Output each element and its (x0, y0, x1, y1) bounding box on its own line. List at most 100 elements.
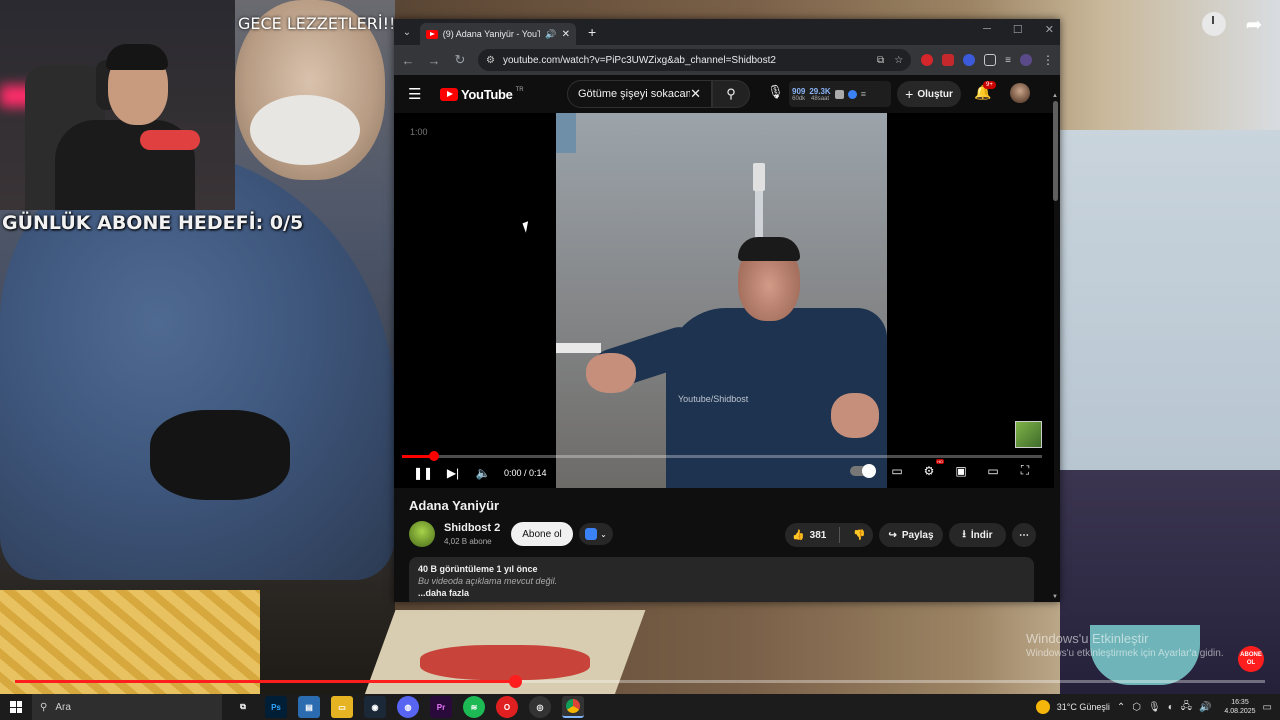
photoshop-icon[interactable]: Ps (265, 696, 287, 718)
theater-mode-icon[interactable]: ▭ (984, 464, 1002, 478)
page-scrollbar[interactable] (1053, 101, 1058, 201)
new-tab-button[interactable]: + (588, 24, 596, 40)
start-button[interactable] (0, 694, 32, 720)
description-box[interactable]: 40 B görüntüleme 1 yıl önce Bu videoda a… (409, 557, 1034, 602)
stream-progress-bar[interactable] (15, 675, 1265, 688)
discord-icon[interactable]: ◍ (397, 696, 419, 718)
video-progress-bar[interactable] (402, 451, 1042, 461)
autoplay-toggle[interactable] (850, 463, 876, 478)
tab-close-icon[interactable]: ✕ (562, 29, 570, 40)
like-icon[interactable]: 👍 (792, 530, 804, 541)
scroll-down-icon[interactable]: ▼ (1052, 594, 1058, 600)
share-arrow-icon[interactable]: ➦ (1242, 12, 1266, 36)
tray-app-icon[interactable]: ⬡ (1132, 702, 1141, 713)
tab-audio-icon[interactable]: 🔊 (545, 29, 556, 40)
taskbar-search[interactable]: ⚲ Ara (32, 694, 222, 720)
create-button[interactable]: + Oluştur (897, 81, 961, 107)
pause-icon[interactable]: ❚❚ (408, 466, 438, 480)
notes-app-icon[interactable]: ▤ (298, 696, 320, 718)
create-label: Oluştur (917, 88, 953, 100)
search-input[interactable]: Götüme şişeyi sokacam ✕ (567, 80, 712, 108)
extension-1-icon[interactable] (921, 54, 934, 66)
fullscreen-icon[interactable]: ⛶ (1016, 463, 1034, 478)
bookmark-star-icon[interactable]: ☆ (894, 55, 903, 66)
speaker-icon[interactable]: 🔊 (1199, 702, 1211, 713)
miniplayer-icon[interactable]: ▣ (952, 464, 970, 478)
hamburger-menu-icon[interactable]: ☰ (408, 85, 428, 103)
next-icon[interactable]: ▶| (438, 466, 468, 480)
tab-search-icon[interactable]: ⌄ (394, 19, 420, 45)
premiere-icon[interactable]: Pr (430, 696, 452, 718)
tab-youtube[interactable]: (9) Adana Yaniyür - YouTube 🔊 ✕ (420, 23, 576, 45)
stat-60m: 909 60dk (792, 87, 805, 102)
chrome-icon[interactable] (562, 696, 584, 718)
clear-search-icon[interactable]: ✕ (690, 86, 701, 102)
taskbar-clock[interactable]: 16:35 4.08.2025 (1224, 698, 1255, 716)
weather-sun-icon[interactable] (1035, 700, 1050, 714)
video-progress-knob[interactable] (429, 451, 439, 461)
video-corner-time: 1:00 (410, 127, 428, 137)
like-count[interactable]: 381 (810, 530, 827, 541)
install-app-icon[interactable]: ⧉ (877, 55, 884, 66)
channel-name[interactable]: Shidbost 2 (444, 522, 500, 534)
network-icon[interactable]: 🖧 (1181, 699, 1192, 716)
video-player[interactable]: 1:00 Youtube/Shidbost ❚❚ ▶| 🔈 0:00 / 0:1… (394, 113, 1054, 488)
extension-dropdown-button[interactable]: ⌄ (579, 523, 613, 545)
volume-icon[interactable]: 🔈 (468, 466, 498, 480)
account-avatar[interactable] (1010, 83, 1030, 103)
youtube-logo[interactable]: YouTube TR (440, 87, 524, 102)
subtitles-icon[interactable]: ▭ (888, 464, 906, 478)
steam-icon[interactable]: ◉ (364, 696, 386, 718)
clock-date: 4.08.2025 (1224, 708, 1256, 715)
description-more[interactable]: ...daha fazla (418, 588, 1025, 598)
file-explorer-icon[interactable]: ▭ (331, 696, 353, 718)
windows-activation-watermark: Windows'u Etkinleştir Windows'u etkinleş… (1026, 631, 1224, 659)
subscribe-button[interactable]: Abone ol (511, 522, 573, 546)
download-button[interactable]: ⭳ İndir (949, 523, 1006, 547)
dislike-icon[interactable]: 👎 (853, 530, 865, 541)
channel-watermark-thumbnail[interactable] (1015, 421, 1042, 448)
studio-stats-widget[interactable]: 909 60dk 29.3K 48saat ≡ (789, 81, 891, 107)
video-man-hand (586, 353, 636, 393)
minimize-icon[interactable]: ─ (983, 23, 991, 36)
reload-icon[interactable]: ↻ (452, 52, 468, 68)
omnibox[interactable]: ⚙ youtube.com/watch?v=PiPc3UWZixg&ab_cha… (478, 49, 912, 71)
back-icon[interactable]: ← (400, 53, 416, 68)
opera-icon[interactable]: O (496, 696, 518, 718)
settings-gear-icon[interactable]: ⚙ (920, 458, 945, 478)
tray-chevron-icon[interactable]: ⌃ (1117, 702, 1125, 713)
notifications-icon[interactable]: ▭ (1263, 702, 1272, 713)
youtube-wordmark: YouTube (461, 86, 513, 102)
more-actions-button[interactable]: ⋯ (1012, 523, 1036, 547)
media-control-icon[interactable]: ≡ (1005, 55, 1011, 66)
maximize-icon[interactable]: ☐ (1013, 23, 1023, 36)
obs-icon[interactable]: ◎ (529, 696, 551, 718)
weather-text[interactable]: 31°C Güneşli (1057, 702, 1110, 712)
extensions-puzzle-icon[interactable] (984, 54, 997, 66)
stream-progress-knob[interactable] (509, 675, 522, 688)
channel-avatar[interactable] (409, 521, 435, 547)
close-window-icon[interactable]: ✕ (1045, 23, 1054, 36)
forward-icon[interactable]: → (426, 53, 442, 68)
profile-icon[interactable] (1020, 54, 1032, 66)
browser-menu-icon[interactable]: ⋮ (1042, 53, 1054, 67)
extension-2-icon[interactable] (942, 54, 955, 66)
stream-top-banner: GECE LEZZETLERİ!! (238, 14, 396, 33)
video-tap (753, 163, 765, 191)
download-label: İndir (970, 529, 993, 541)
like-dislike-group: 👍 381 👎 (785, 523, 873, 547)
share-button[interactable]: ↪ Paylaş (879, 523, 943, 547)
extension-3-icon[interactable] (963, 54, 976, 66)
tray-app-2-icon[interactable]: ◐ (1168, 702, 1174, 713)
scroll-up-icon[interactable]: ▲ (1052, 93, 1058, 99)
watch-later-icon[interactable] (1202, 12, 1226, 36)
search-button[interactable]: ⚲ (712, 80, 750, 108)
voice-search-icon[interactable]: 🎙 (767, 84, 784, 100)
spotify-icon[interactable]: ≋ (463, 696, 485, 718)
subscribe-badge[interactable]: ABONE OL (1238, 646, 1264, 672)
extension-badge-icon (847, 89, 857, 99)
site-info-icon[interactable]: ⚙ (486, 55, 495, 66)
task-view-icon[interactable]: ⧉ (232, 696, 254, 718)
url-text: youtube.com/watch?v=PiPc3UWZixg&ab_chann… (502, 54, 776, 66)
microphone-tray-icon[interactable]: 🎙 (1148, 702, 1161, 713)
